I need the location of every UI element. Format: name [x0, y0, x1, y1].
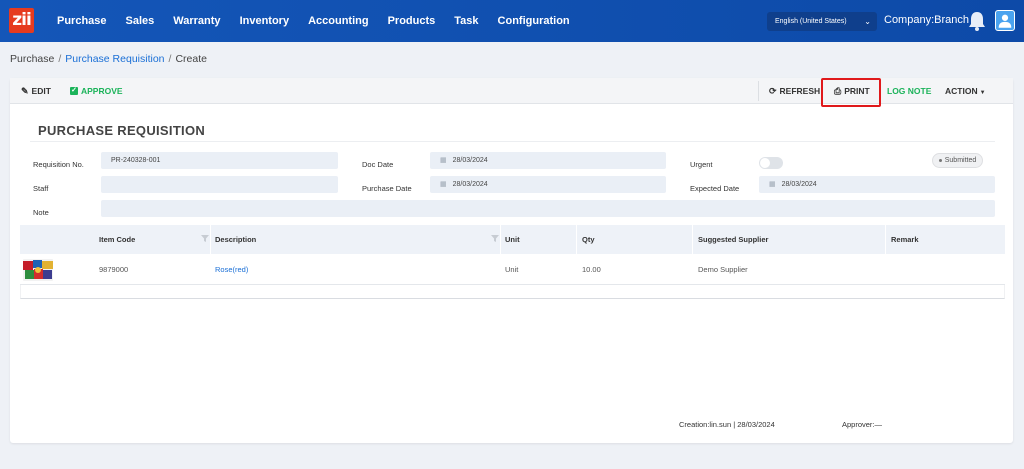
nav-sales[interactable]: Sales — [126, 15, 155, 27]
breadcrumb-purchase[interactable]: Purchase — [10, 53, 54, 65]
nav-configuration[interactable]: Configuration — [498, 15, 570, 27]
nav-purchase[interactable]: Purchase — [57, 15, 107, 27]
person-icon — [998, 14, 1012, 28]
nav-accounting[interactable]: Accounting — [308, 15, 369, 27]
doc-date-field[interactable]: ▦ 28/03/2024 — [430, 152, 666, 169]
toolbar-divider — [758, 81, 759, 101]
approver-info: Approver:— — [842, 420, 883, 429]
table-row[interactable]: 9879000 Rose(red) Unit 10.00 Demo Suppli… — [20, 254, 1005, 285]
col-remark[interactable]: Remark — [891, 225, 919, 254]
action-dropdown[interactable]: ACTION ▼ — [945, 78, 986, 104]
expected-date-field[interactable]: ▦ 28/03/2024 — [759, 176, 995, 193]
doc-date-label: Doc Date — [362, 160, 394, 169]
checkbox-icon: ✓ — [70, 86, 78, 95]
purchase-date-field[interactable]: ▦ 28/03/2024 — [430, 176, 666, 193]
items-table-header: Item Code Description Unit Qty Suggested… — [20, 225, 1005, 254]
table-footer — [20, 285, 1005, 299]
nav-task[interactable]: Task — [454, 15, 478, 27]
nav-products[interactable]: Products — [388, 15, 436, 27]
filter-icon[interactable] — [201, 235, 209, 242]
col-description[interactable]: Description — [215, 225, 256, 254]
calendar-icon: ▦ — [440, 181, 447, 188]
calendar-icon: ▦ — [440, 157, 447, 164]
form-toolbar: ✎ EDIT ✓ APPROVE ⟳ REFRESH ⎙ PRINT LOG NOTE … — [10, 78, 1013, 107]
approve-button[interactable]: ✓ APPROVE — [70, 78, 123, 104]
cell-supplier: Demo Supplier — [698, 265, 748, 274]
cell-item-code: 9879000 — [99, 265, 129, 274]
bell-icon[interactable] — [967, 10, 987, 32]
col-qty[interactable]: Qty — [582, 225, 595, 254]
top-navbar: zii Purchase Sales Warranty Inventory Ac… — [0, 0, 1024, 42]
language-value: English (United States) — [775, 18, 847, 25]
caret-down-icon: ▼ — [979, 90, 986, 96]
user-avatar-icon[interactable] — [995, 10, 1015, 31]
urgent-label: Urgent — [690, 160, 713, 169]
col-item-code[interactable]: Item Code — [99, 225, 135, 254]
staff-field[interactable] — [101, 176, 338, 193]
cell-unit: Unit — [505, 265, 519, 274]
main-nav: Purchase Sales Warranty Inventory Accoun… — [57, 0, 589, 42]
purchase-date-label: Purchase Date — [362, 184, 412, 193]
breadcrumb: Purchase / Purchase Requisition / Create — [10, 53, 207, 65]
app-logo[interactable]: zii — [9, 8, 34, 33]
nav-inventory[interactable]: Inventory — [240, 15, 290, 27]
cell-qty: 10.00 — [582, 265, 601, 274]
urgent-toggle[interactable] — [759, 157, 783, 169]
nav-warranty[interactable]: Warranty — [173, 15, 220, 27]
creation-info: Creation:lin.sun | 28/03/2024 — [679, 420, 775, 429]
note-field[interactable] — [101, 200, 995, 217]
requisition-no-field[interactable]: PR-240328-001 — [101, 152, 338, 169]
form-card: ✎ EDIT ✓ APPROVE ⟳ REFRESH ⎙ PRINT LOG NOTE … — [10, 78, 1013, 443]
breadcrumb-current: Create — [175, 53, 207, 65]
language-select[interactable]: English (United States) ⌄ — [767, 12, 877, 31]
calendar-icon: ▦ — [769, 181, 776, 188]
title-divider — [30, 141, 995, 142]
col-suggested-supplier[interactable]: Suggested Supplier — [698, 225, 768, 254]
log-note-button[interactable]: LOG NOTE — [887, 78, 931, 104]
requisition-no-label: Requisition No. — [33, 160, 84, 169]
filter-icon[interactable] — [491, 235, 499, 242]
edit-button[interactable]: ✎ EDIT — [21, 78, 51, 104]
status-badge: Submitted — [932, 153, 983, 168]
edit-icon: ✎ — [21, 86, 29, 96]
refresh-button[interactable]: ⟳ REFRESH — [769, 78, 820, 104]
cell-description[interactable]: Rose(red) — [215, 254, 248, 285]
col-unit[interactable]: Unit — [505, 225, 520, 254]
page-title: PURCHASE REQUISITION — [38, 123, 206, 138]
breadcrumb-purchase-requisition[interactable]: Purchase Requisition — [65, 53, 164, 65]
product-thumbnail — [23, 259, 53, 281]
note-label: Note — [33, 208, 49, 217]
print-highlight-box — [821, 78, 881, 107]
staff-label: Staff — [33, 184, 49, 193]
refresh-icon: ⟳ — [769, 86, 777, 96]
expected-date-label: Expected Date — [690, 184, 740, 193]
chevron-down-icon: ⌄ — [864, 17, 871, 26]
company-selector[interactable]: Company:Branch 2 — [884, 14, 978, 26]
